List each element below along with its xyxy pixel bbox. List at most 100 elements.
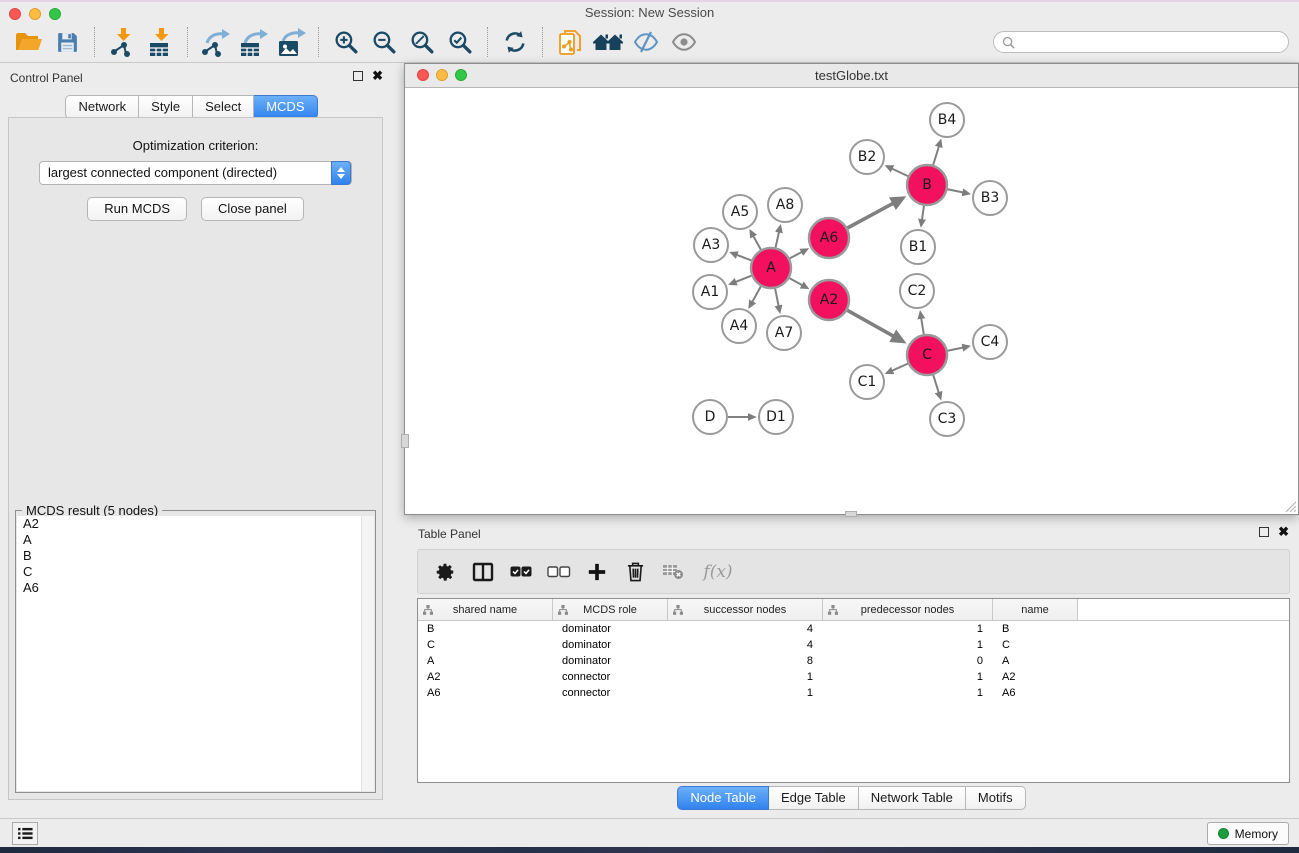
- table-cell[interactable]: connector: [553, 685, 668, 701]
- column-header-MCDS-role[interactable]: MCDS role: [553, 599, 668, 620]
- graph-node-B3[interactable]: B3: [973, 181, 1007, 215]
- export-table-icon[interactable]: [234, 24, 272, 60]
- graph-node-B[interactable]: B: [907, 165, 947, 205]
- tab-select[interactable]: Select: [193, 95, 254, 119]
- table-cell[interactable]: dominator: [553, 653, 668, 669]
- graph-node-A2[interactable]: A2: [809, 280, 849, 320]
- function-builder-icon[interactable]: f(x): [692, 553, 744, 591]
- zoom-selected-icon[interactable]: [441, 24, 479, 60]
- table-cell[interactable]: 1: [668, 669, 823, 685]
- export-image-icon[interactable]: [272, 24, 310, 60]
- graph-node-B2[interactable]: B2: [850, 140, 884, 174]
- hide-graphics-details-icon[interactable]: [627, 24, 665, 60]
- graph-edge-C-C2[interactable]: [921, 318, 924, 334]
- graph-node-D1[interactable]: D1: [759, 400, 793, 434]
- table-row[interactable]: A6connector11A6: [418, 685, 1289, 701]
- graph-edge-B-B2[interactable]: [892, 169, 908, 177]
- resize-grip-icon[interactable]: [1284, 500, 1297, 513]
- graph-edge-B-B3[interactable]: [948, 189, 964, 192]
- table-cell[interactable]: A6: [993, 685, 1078, 701]
- graph-node-D[interactable]: D: [693, 400, 727, 434]
- table-cell[interactable]: 4: [668, 637, 823, 653]
- table-cell[interactable]: 8: [668, 653, 823, 669]
- graph-node-A6[interactable]: A6: [809, 218, 849, 258]
- zoom-out-icon[interactable]: [365, 24, 403, 60]
- graph-edge-A-A2[interactable]: [789, 278, 802, 285]
- clone-network-icon[interactable]: [551, 24, 589, 60]
- close-panel-icon[interactable]: ✖: [1278, 527, 1289, 537]
- run-mcds-button[interactable]: Run MCDS: [87, 197, 187, 221]
- graph-node-A3[interactable]: A3: [694, 228, 728, 262]
- deselect-all-icon[interactable]: [540, 553, 578, 591]
- graph-node-C3[interactable]: C3: [930, 402, 964, 436]
- zoom-fit-icon[interactable]: [403, 24, 441, 60]
- table-row[interactable]: Cdominator41C: [418, 637, 1289, 653]
- export-network-icon[interactable]: [196, 24, 234, 60]
- table-cell[interactable]: 1: [823, 621, 993, 637]
- graph-node-A8[interactable]: A8: [768, 188, 802, 222]
- session-home-icon[interactable]: [589, 24, 627, 60]
- network-window-titlebar[interactable]: testGlobe.txt: [405, 64, 1298, 88]
- column-header-successor-nodes[interactable]: successor nodes: [668, 599, 823, 620]
- table-cell[interactable]: C: [418, 637, 553, 653]
- refresh-layout-icon[interactable]: [496, 24, 534, 60]
- window-bottom-handle[interactable]: [845, 511, 857, 517]
- tab-edge-table[interactable]: Edge Table: [769, 786, 859, 810]
- tab-network-table[interactable]: Network Table: [859, 786, 966, 810]
- float-panel-icon[interactable]: [1259, 527, 1269, 537]
- mcds-result-item[interactable]: A: [17, 532, 374, 548]
- table-cell[interactable]: A6: [418, 685, 553, 701]
- mcds-result-item[interactable]: A2: [17, 516, 374, 532]
- table-cell[interactable]: dominator: [553, 637, 668, 653]
- graph-edge-A-A8[interactable]: [776, 232, 780, 248]
- table-cell[interactable]: 1: [823, 669, 993, 685]
- table-row[interactable]: A2connector11A2: [418, 669, 1289, 685]
- graph-edge-A-A7[interactable]: [775, 289, 779, 307]
- tab-node-table[interactable]: Node Table: [677, 786, 769, 810]
- mcds-result-item[interactable]: A6: [17, 580, 374, 596]
- table-cell[interactable]: A2: [993, 669, 1078, 685]
- search-field[interactable]: [1015, 35, 1280, 50]
- table-cell[interactable]: 1: [668, 685, 823, 701]
- graph-node-C[interactable]: C: [907, 335, 947, 375]
- column-header-shared-name[interactable]: shared name: [418, 599, 553, 620]
- graph-node-B4[interactable]: B4: [930, 103, 964, 137]
- graph-edge-A-A1[interactable]: [735, 276, 751, 282]
- table-cell[interactable]: dominator: [553, 621, 668, 637]
- open-folder-icon[interactable]: [10, 24, 48, 60]
- table-options-gear-icon[interactable]: [426, 553, 464, 591]
- scrollbar[interactable]: [361, 516, 374, 791]
- show-graphics-details-icon[interactable]: [665, 24, 703, 60]
- delete-table-icon[interactable]: [654, 553, 692, 591]
- table-cell[interactable]: C: [993, 637, 1078, 653]
- column-header-name[interactable]: name: [993, 599, 1078, 620]
- graph-node-A[interactable]: A: [751, 248, 791, 288]
- table-row[interactable]: Adominator80A: [418, 653, 1289, 669]
- criterion-dropdown[interactable]: largest connected component (directed): [39, 161, 352, 185]
- graph-edge-A-A5[interactable]: [753, 236, 761, 250]
- table-cell[interactable]: connector: [553, 669, 668, 685]
- table-row[interactable]: Bdominator41B: [418, 621, 1289, 637]
- column-header-predecessor-nodes[interactable]: predecessor nodes: [823, 599, 993, 620]
- close-panel-button[interactable]: Close panel: [201, 197, 304, 221]
- import-network-icon[interactable]: [103, 24, 141, 60]
- graph-node-A1[interactable]: A1: [693, 275, 727, 309]
- search-input[interactable]: [993, 31, 1289, 53]
- show-column-icon[interactable]: [464, 553, 502, 591]
- graph-edge-C-C3[interactable]: [933, 375, 939, 393]
- add-row-icon[interactable]: [578, 553, 616, 591]
- show-panels-button[interactable]: [12, 822, 38, 845]
- select-all-icon[interactable]: [502, 553, 540, 591]
- graph-edge-A-A6[interactable]: [790, 252, 803, 258]
- mcds-result-list[interactable]: A2ABCA6: [17, 516, 374, 791]
- graph-node-A5[interactable]: A5: [723, 195, 757, 229]
- node-table[interactable]: shared nameMCDS rolesuccessor nodesprede…: [417, 598, 1290, 783]
- tab-style[interactable]: Style: [139, 95, 193, 119]
- window-side-handle[interactable]: [401, 434, 409, 448]
- save-session-icon[interactable]: [48, 24, 86, 60]
- float-panel-icon[interactable]: [353, 71, 363, 81]
- tab-mcds[interactable]: MCDS: [254, 95, 317, 119]
- graph-edge-A2-C[interactable]: [847, 310, 894, 336]
- graph-node-B1[interactable]: B1: [901, 230, 935, 264]
- table-cell[interactable]: A2: [418, 669, 553, 685]
